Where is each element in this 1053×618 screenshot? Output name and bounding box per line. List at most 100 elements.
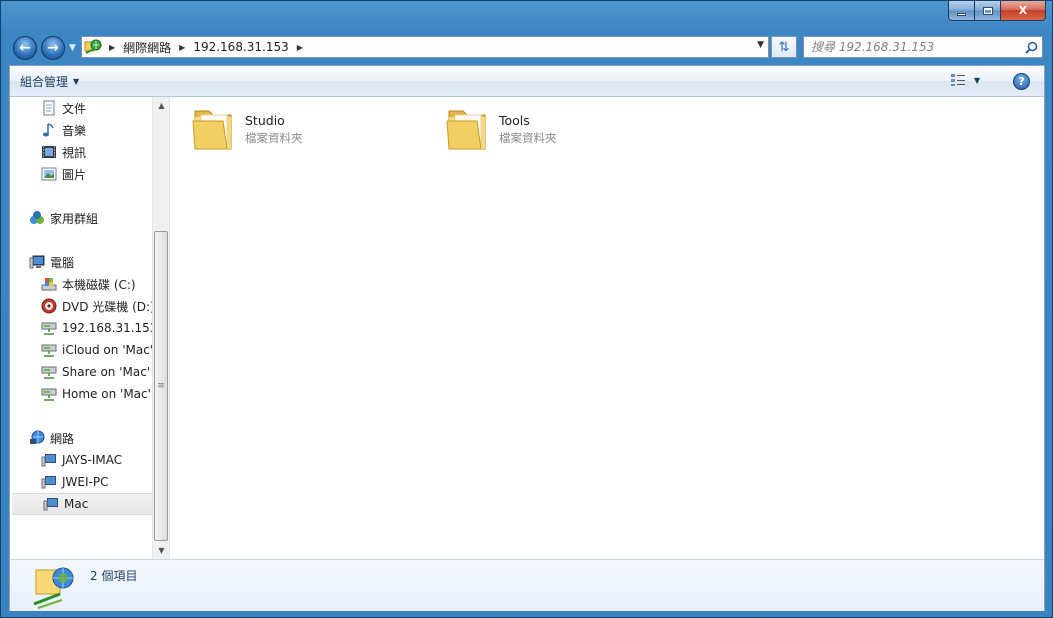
minimize-button[interactable] [948,1,975,21]
help-button[interactable]: ? [1013,73,1030,90]
back-button[interactable]: ← [13,36,37,60]
nav-item-label: 音樂 [62,123,87,138]
scroll-thumb[interactable]: ≡ [154,231,168,541]
details-pane: 2 個項目 [10,559,1044,611]
chevron-down-icon: ▼ [73,77,80,86]
change-view-button[interactable]: ▼ [950,73,980,87]
dvd-drive-icon [40,297,58,315]
nav-item-dvd-drive[interactable]: DVD 光碟機 (D:) [10,295,152,317]
network-location-icon [33,567,74,609]
forward-button[interactable]: → [41,36,65,60]
nav-item-network-drive[interactable]: 192.168.31.153 [10,317,152,339]
back-arrow-icon: ← [19,40,31,56]
folder-icon [446,110,486,150]
nav-item-label: Share on 'Mac' ( [62,365,152,379]
music-icon [40,121,58,139]
nav-item-documents[interactable]: 文件 [10,97,152,119]
explorer-window: X ← → ▼ ▶ 網際網路 ▶ 192.168.31.153 ▶ ▼ ⇅ 搜尋… [0,0,1053,618]
content-pane: Studio 檔案資料夾 Tools 檔案資料夾 [171,97,1044,559]
refresh-icon: ⇅ [778,39,790,55]
network-drive-icon [40,341,58,359]
organize-button[interactable]: 組合管理 ▼ [20,73,79,90]
breadcrumb-separator-icon[interactable]: ▶ [292,43,308,52]
nav-item-network-drive[interactable]: iCloud on 'Mac' [10,339,152,361]
homegroup-icon [28,209,46,227]
nav-item-homegroup[interactable]: 家用群組 [10,207,152,229]
title-bar[interactable]: X [1,1,1052,31]
network-computer-icon [40,473,58,491]
pictures-icon [40,165,58,183]
network-location-icon [82,37,104,57]
help-icon: ? [1018,75,1025,88]
nav-item-label: 本機磁碟 (C:) [62,277,136,292]
navigation-scrollbar[interactable]: ▲ ≡ ▼ [152,97,169,559]
network-drive-icon [40,385,58,403]
network-icon [28,429,46,447]
caption-buttons: X [948,1,1046,21]
nav-item-label: iCloud on 'Mac' [62,343,152,357]
folder-item[interactable]: Tools 檔案資料夾 [427,105,677,155]
nav-item-label: DVD 光碟機 (D:) [62,299,152,314]
nav-item-label: Mac [64,497,89,511]
video-icon [40,143,58,161]
organize-label: 組合管理 [20,75,69,89]
nav-item-label: 電腦 [50,255,75,270]
network-drive-icon [40,363,58,381]
search-icon[interactable] [1020,41,1042,54]
breadcrumb-separator-icon[interactable]: ▶ [174,43,190,52]
network-computer-icon [42,495,60,513]
nav-item-label: 192.168.31.153 [62,321,152,335]
nav-item-network-computer[interactable]: JWEI-PC [10,471,152,493]
network-drive-icon [40,319,58,337]
nav-item-pictures[interactable]: 圖片 [10,163,152,185]
recent-pages-dropdown[interactable]: ▼ [69,43,76,53]
refresh-button[interactable]: ⇅ [771,36,797,58]
address-bar[interactable]: ▶ 網際網路 ▶ 192.168.31.153 ▶ ▼ [81,36,769,58]
nav-item-network-computer[interactable]: JAYS-IMAC [10,449,152,471]
nav-item-local-disk[interactable]: 本機磁碟 (C:) [10,273,152,295]
documents-icon [40,99,58,117]
folder-name: Tools [499,113,530,128]
nav-item-network[interactable]: 網路 [10,427,152,449]
breadcrumb-internet[interactable]: 網際網路 [120,39,174,56]
nav-item-label: 圖片 [62,167,87,182]
search-box[interactable] [803,36,1043,58]
view-options-icon [951,74,965,86]
nav-item-label: JAYS-IMAC [62,453,123,467]
chevron-down-icon: ▼ [974,75,981,85]
minimize-icon [957,12,966,16]
scroll-up-button[interactable]: ▲ [153,97,170,114]
folder-item[interactable]: Studio 檔案資料夾 [173,105,423,155]
nav-item-label: 文件 [62,101,87,116]
network-computer-icon [40,451,58,469]
folder-icon [192,110,232,150]
folder-name: Studio [245,113,285,128]
maximize-icon [982,6,993,15]
navigation-row: ← → ▼ ▶ 網際網路 ▶ 192.168.31.153 ▶ ▼ ⇅ [1,31,1052,63]
nav-item-network-drive[interactable]: Share on 'Mac' ( [10,361,152,383]
nav-item-music[interactable]: 音樂 [10,119,152,141]
maximize-button[interactable] [975,1,1001,21]
nav-item-network-drive[interactable]: Home on 'Mac' [10,383,152,405]
search-input[interactable] [811,40,1020,54]
nav-item-computer[interactable]: 電腦 [10,251,152,273]
breadcrumb-separator-icon[interactable]: ▶ [104,43,120,52]
nav-item-label: Home on 'Mac' [62,387,151,401]
address-dropdown-icon[interactable]: ▼ [757,40,764,50]
close-button[interactable]: X [1001,1,1046,21]
breadcrumb-ip[interactable]: 192.168.31.153 [190,40,291,54]
navigation-tree: 文件 音樂 視訊 圖片 家用群組 電腦 本機磁碟 (C:) DVD 光碟機 (D… [10,97,152,559]
item-count: 2 個項目 [90,569,138,583]
local-disk-icon [40,275,58,293]
command-bar: 組合管理 ▼ ▼ ? [10,66,1044,97]
forward-arrow-icon: → [47,40,59,56]
nav-item-network-computer[interactable]: Mac [12,493,152,515]
scroll-down-button[interactable]: ▼ [153,542,170,559]
nav-item-video[interactable]: 視訊 [10,141,152,163]
nav-item-label: 網路 [50,431,75,446]
computer-icon [28,253,46,271]
nav-item-label: JWEI-PC [62,475,109,489]
folder-type: 檔案資料夾 [499,131,557,145]
nav-item-label: 視訊 [62,145,87,160]
folder-type: 檔案資料夾 [245,131,303,145]
